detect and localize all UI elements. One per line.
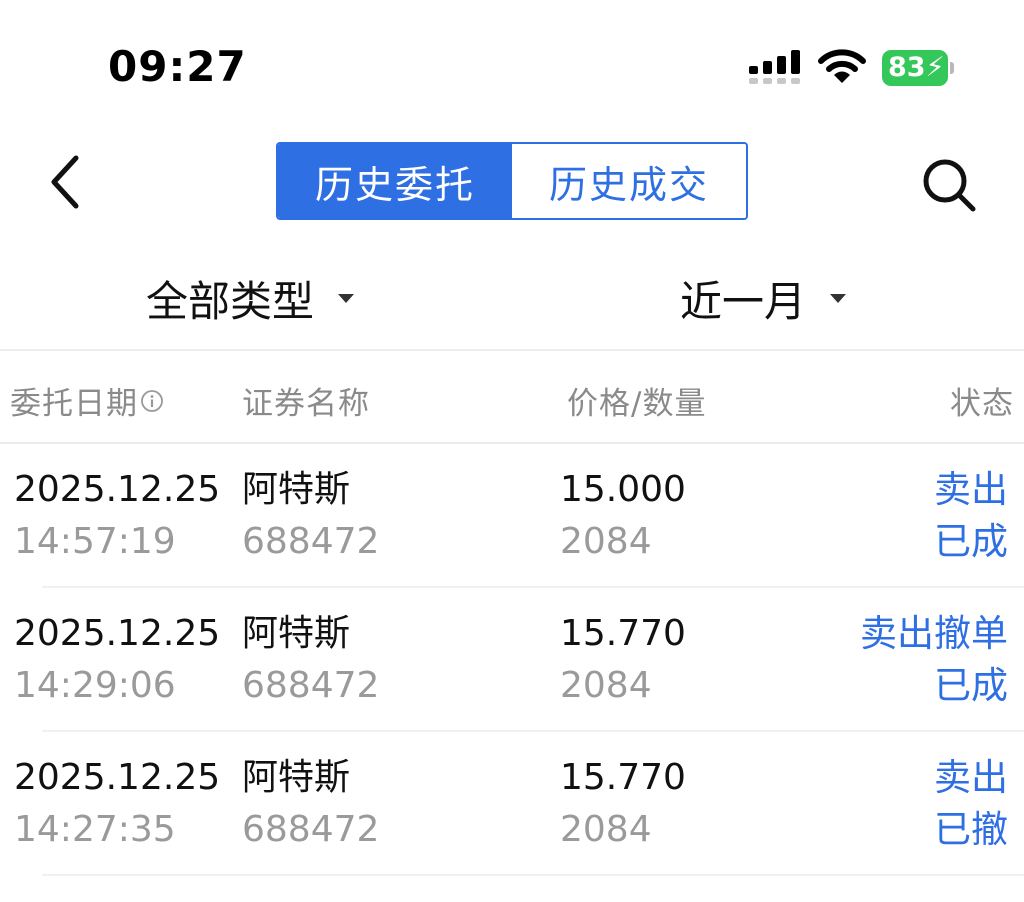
caret-down-icon bbox=[830, 294, 847, 303]
date-range-label: 近一月 bbox=[680, 277, 807, 326]
column-header-price-qty: 价格/数量 bbox=[567, 386, 707, 422]
table-header: 委托日期 证券名称 价格/数量 状态 bbox=[0, 352, 1024, 442]
order-status: 卖出撤单 已成 bbox=[860, 612, 1008, 707]
order-datetime: 2025.12.25 14:57:19 bbox=[14, 469, 221, 562]
column-header-status: 状态 bbox=[950, 386, 1014, 422]
search-icon[interactable] bbox=[918, 154, 980, 216]
nav-bar: 历史委托 历史成交 bbox=[0, 130, 1024, 230]
battery-level: 83⚡ bbox=[882, 50, 948, 86]
order-status: 卖出 已成 bbox=[934, 468, 1008, 563]
column-header-name: 证券名称 bbox=[242, 386, 370, 422]
divider bbox=[42, 874, 1024, 876]
table-row[interactable]: 2025.12.25 14:29:06 阿特斯 688472 15.770 20… bbox=[0, 588, 1024, 732]
security-info: 阿特斯 688472 bbox=[242, 469, 380, 562]
column-header-date: 委托日期 bbox=[10, 378, 164, 423]
type-filter-dropdown[interactable]: 全部类型 bbox=[146, 268, 355, 329]
clock: 09:27 bbox=[108, 42, 247, 91]
status-bar: 09:27 83⚡ bbox=[0, 0, 1024, 120]
table-row[interactable]: 2025.12.25 14:57:19 阿特斯 688472 15.000 20… bbox=[0, 444, 1024, 588]
cellular-signal-icon bbox=[749, 50, 800, 84]
price-quantity: 15.770 2084 bbox=[560, 613, 686, 706]
history-segmented-control: 历史委托 历史成交 bbox=[276, 142, 748, 220]
order-datetime: 2025.12.25 14:29:06 bbox=[14, 613, 221, 706]
security-info: 阿特斯 688472 bbox=[242, 757, 380, 850]
price-quantity: 15.770 2084 bbox=[560, 757, 686, 850]
order-status: 卖出 已撤 bbox=[934, 756, 1008, 851]
wifi-icon bbox=[818, 49, 866, 83]
price-quantity: 15.000 2084 bbox=[560, 469, 686, 562]
type-filter-label: 全部类型 bbox=[146, 277, 315, 326]
security-info: 阿特斯 688472 bbox=[242, 613, 380, 706]
divider bbox=[0, 349, 1024, 351]
caret-down-icon bbox=[338, 294, 355, 303]
tab-history-trades[interactable]: 历史成交 bbox=[512, 144, 746, 218]
info-icon[interactable] bbox=[140, 389, 164, 413]
battery-icon: 83⚡ bbox=[882, 50, 954, 86]
date-range-dropdown[interactable]: 近一月 bbox=[680, 268, 847, 329]
filter-bar: 全部类型 近一月 bbox=[0, 250, 1024, 340]
chevron-left-icon[interactable] bbox=[42, 150, 88, 214]
order-datetime: 2025.12.25 14:27:35 bbox=[14, 757, 221, 850]
history-orders-page: 09:27 83⚡ 历史委托 历史成交 全部类型 近一月 委托日期 证券名称 价… bbox=[0, 0, 1024, 902]
table-row[interactable]: 2025.12.25 14:27:35 阿特斯 688472 15.770 20… bbox=[0, 732, 1024, 876]
tab-history-orders[interactable]: 历史委托 bbox=[278, 144, 512, 218]
